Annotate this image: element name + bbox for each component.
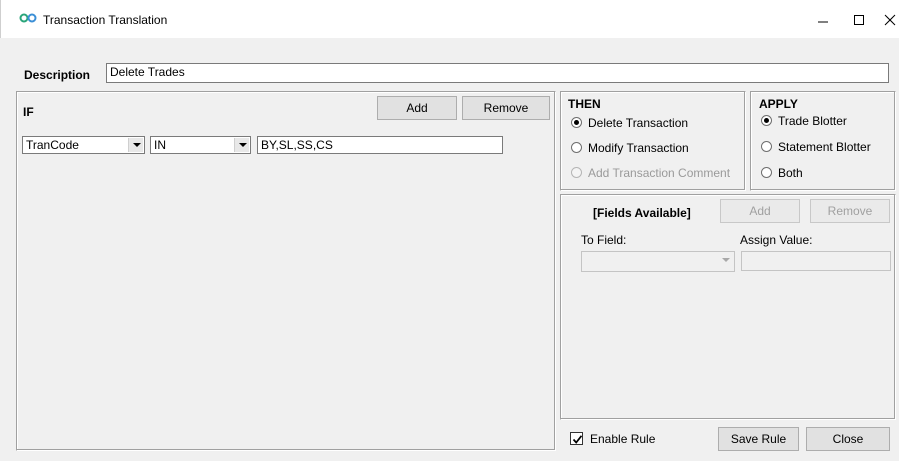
window-title: Transaction Translation (43, 13, 168, 27)
description-input[interactable]: Delete Trades (106, 63, 889, 83)
if-heading: IF (23, 105, 34, 119)
radio-indicator (761, 115, 772, 126)
then-heading: THEN (568, 97, 601, 111)
radio-indicator (761, 141, 772, 152)
description-label: Description (24, 68, 91, 82)
checkmark-icon (570, 432, 583, 445)
if-add-button[interactable]: Add (377, 96, 457, 120)
save-rule-button[interactable]: Save Rule (718, 427, 799, 451)
close-icon (884, 14, 896, 26)
assign-value-label: Assign Value: (740, 233, 813, 247)
chevron-down-icon (234, 138, 249, 152)
infinity-icon (19, 12, 37, 24)
fields-remove-button[interactable]: Remove (810, 199, 890, 223)
condition-value-input[interactable]: BY,SL,SS,CS (257, 136, 503, 154)
fields-add-button[interactable]: Add (720, 199, 800, 223)
radio-indicator (761, 167, 772, 178)
apply-heading: APPLY (759, 97, 798, 111)
maximize-icon (854, 15, 864, 25)
radio-indicator (571, 142, 582, 153)
radio-indicator (571, 117, 582, 128)
assign-value-input[interactable] (741, 251, 891, 271)
to-field-label: To Field: (581, 233, 627, 247)
chevron-down-icon (718, 253, 733, 267)
condition-operator-value: IN (154, 138, 166, 152)
fields-panel: [Fields Available] Add Remove To Field: … (560, 194, 896, 420)
then-panel: THEN Delete Transaction Modify Transacti… (560, 91, 746, 191)
to-field-select[interactable] (581, 251, 735, 272)
condition-operator-select[interactable]: IN (150, 136, 251, 154)
close-window-button[interactable] (867, 0, 899, 38)
enable-rule-label: Enable Rule (590, 432, 656, 446)
radio-indicator (571, 167, 582, 178)
apply-panel: APPLY Trade Blotter Statement Blotter Bo… (750, 91, 896, 191)
if-panel: IF Add Remove TranCode IN BY,SL,SS,CS (16, 91, 556, 451)
if-remove-button[interactable]: Remove (462, 96, 550, 120)
fields-available-heading: [Fields Available] (593, 206, 691, 220)
condition-field-value: TranCode (26, 138, 79, 152)
condition-field-select[interactable]: TranCode (22, 136, 145, 154)
title-bar: Transaction Translation (0, 0, 899, 38)
minimize-icon (818, 21, 828, 23)
close-button[interactable]: Close (806, 427, 890, 451)
chevron-down-icon (128, 138, 143, 152)
